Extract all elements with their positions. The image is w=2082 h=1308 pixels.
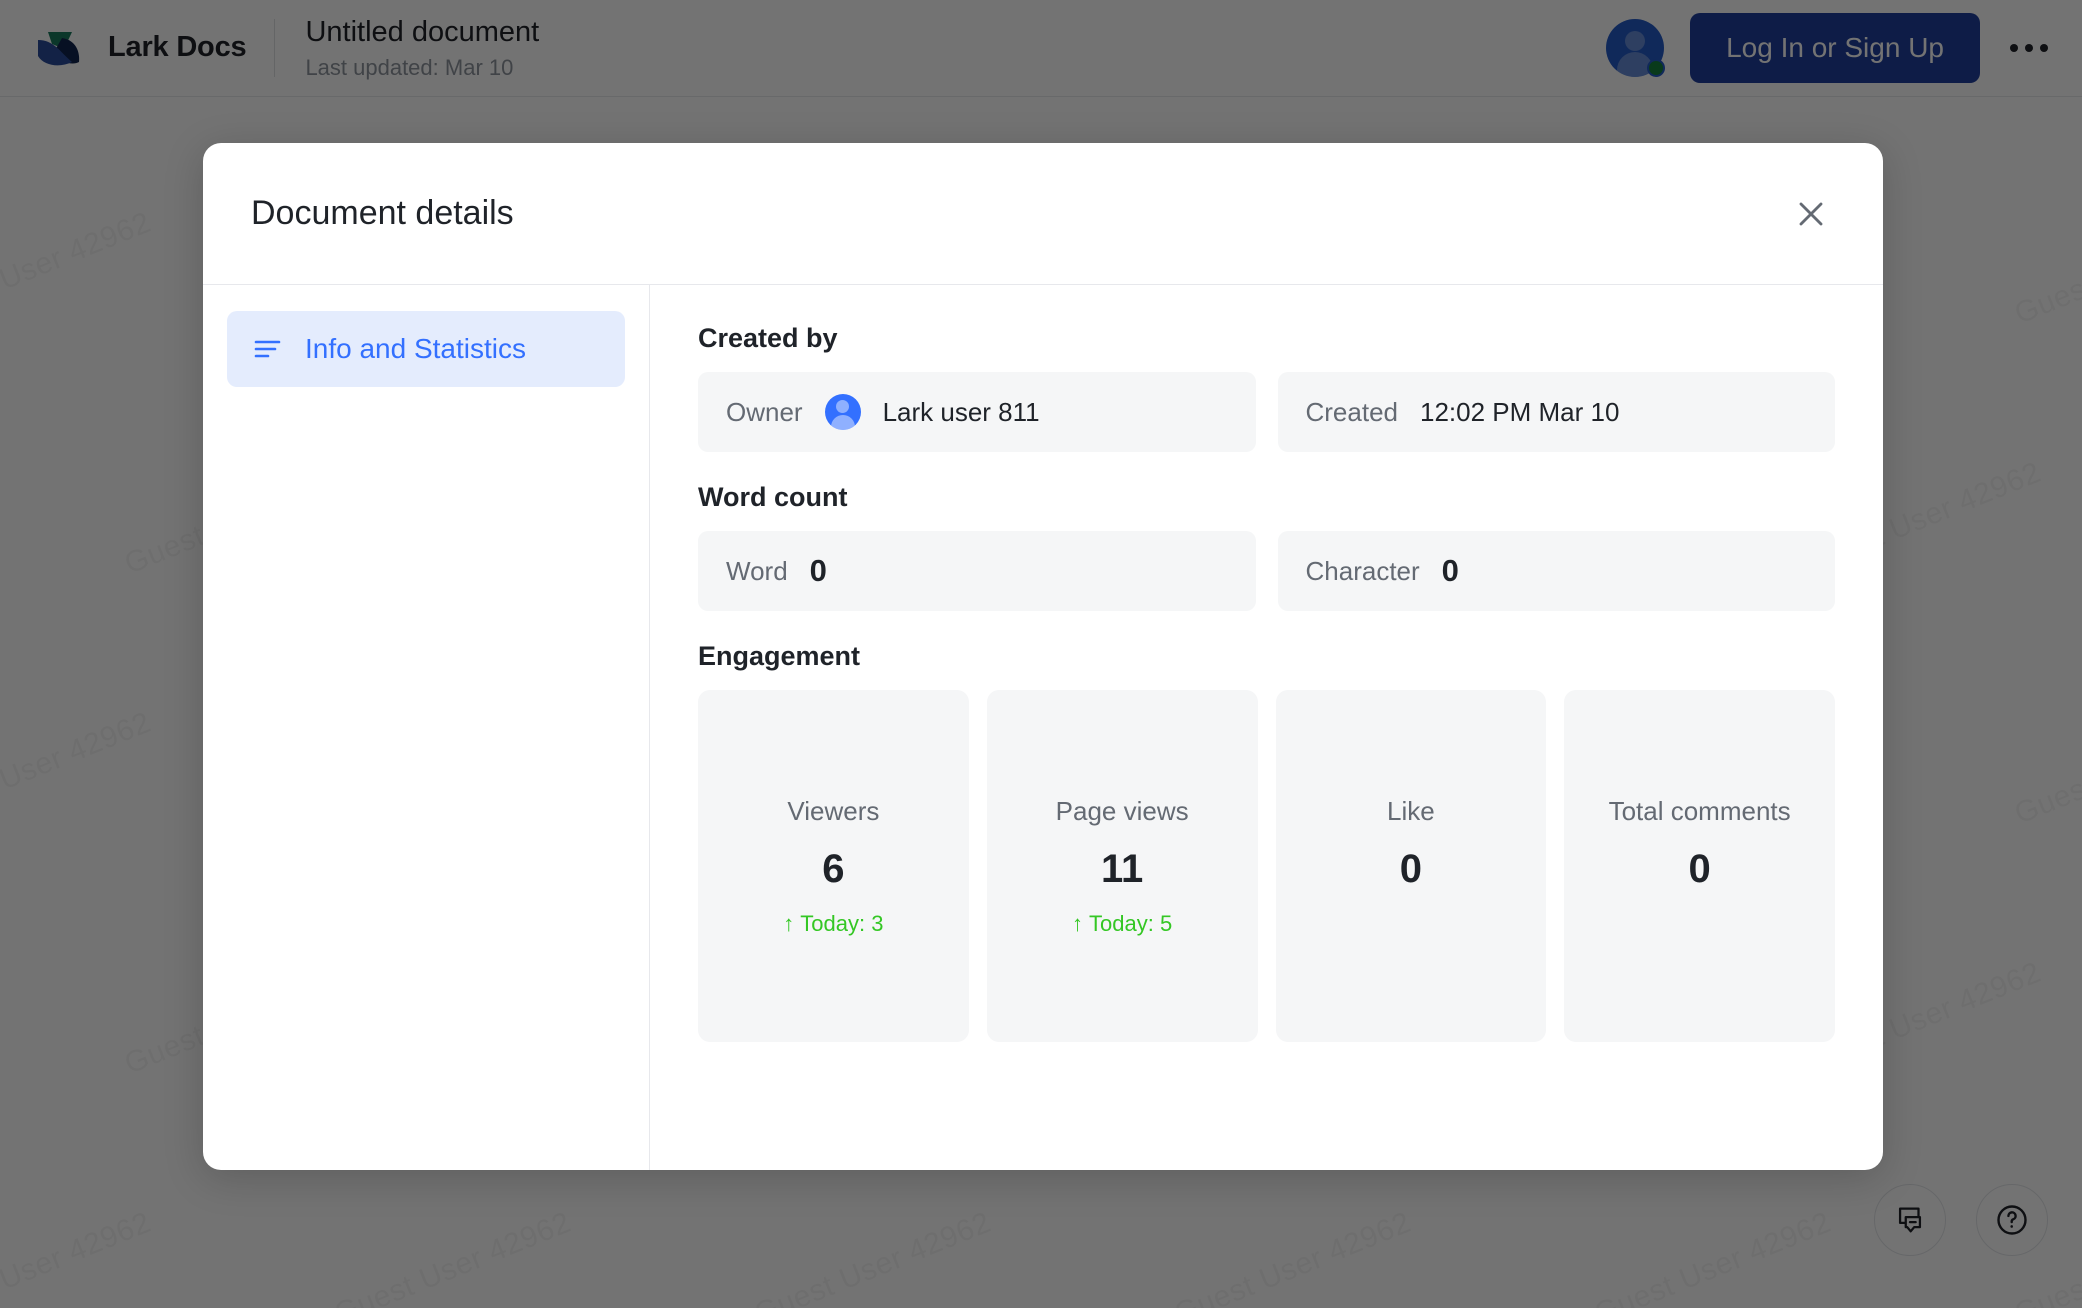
section-title-word-count: Word count xyxy=(698,482,848,512)
word-label: Word xyxy=(726,555,788,586)
dialog-content: Created by Owner Lark user 811 Created 1… xyxy=(650,285,1883,1170)
close-button[interactable] xyxy=(1783,186,1839,242)
word-value: 0 xyxy=(809,553,827,588)
created-value: 12:02 PM Mar 10 xyxy=(1420,396,1620,427)
sidebar-item-label: Info and Statistics xyxy=(305,333,527,364)
engagement-card-label: Like xyxy=(1387,795,1435,826)
engagement-card-delta-text: Today: 5 xyxy=(1089,910,1173,936)
engagement-card: Viewers 6 ↑ Today: 3 xyxy=(698,690,969,1042)
section-title-engagement: Engagement xyxy=(698,641,861,671)
dialog-header: Document details xyxy=(203,143,1883,285)
arrow-up-icon: ↑ xyxy=(783,910,795,936)
engagement-card: Page views 11 ↑ Today: 5 xyxy=(986,690,1258,1042)
close-icon xyxy=(1799,202,1823,225)
engagement-card-label: Viewers xyxy=(787,795,880,826)
page-title: Document details xyxy=(251,194,514,232)
avatar-head xyxy=(836,400,850,413)
owner-card: Owner Lark user 811 xyxy=(698,372,1256,452)
character-card: Character 0 xyxy=(1277,531,1835,611)
engagement-card-value: 11 xyxy=(1100,846,1144,891)
owner-label: Owner xyxy=(726,396,803,427)
engagement-card-value: 6 xyxy=(822,846,845,891)
avatar-body xyxy=(830,415,855,430)
document-details-dialog: Document details Info and Statistics Cre… xyxy=(203,143,1883,1170)
engagement-card: Like0↑ xyxy=(1275,690,1547,1042)
created-by-row: Owner Lark user 811 Created 12:02 PM Mar… xyxy=(698,372,1835,452)
owner-avatar-icon xyxy=(824,394,861,430)
section-title-created-by: Created by xyxy=(698,323,838,353)
created-label: Created xyxy=(1305,396,1399,427)
engagement-card-delta: ↑ Today: 3 xyxy=(783,911,883,937)
owner-name: Lark user 811 xyxy=(882,396,1040,427)
word-card: Word 0 xyxy=(698,531,1256,611)
engagement-card-label: Page views xyxy=(1055,795,1189,826)
dialog-sidebar: Info and Statistics xyxy=(203,285,650,1170)
arrow-up-icon: ↑ xyxy=(1072,910,1084,936)
engagement-card-delta: ↑ Today: 5 xyxy=(1072,911,1172,937)
engagement-card-value: 0 xyxy=(1399,846,1422,891)
engagement-card-value: 0 xyxy=(1688,846,1711,891)
dialog-body: Info and Statistics Created by Owner Lar… xyxy=(203,285,1883,1170)
engagement-row: Viewers 6 ↑ Today: 3 Page views 11 ↑ Today: 5 Li… xyxy=(698,690,1835,1042)
engagement-card-label: Total comments xyxy=(1608,795,1791,826)
page-root: Guest User 42962Guest User 42962Guest Us… xyxy=(0,0,2082,1308)
character-label: Character xyxy=(1305,555,1420,586)
info-statistics-icon xyxy=(253,334,283,364)
engagement-card-delta-text: Today: 3 xyxy=(800,910,884,936)
word-count-row: Word 0 Character 0 xyxy=(698,531,1835,611)
engagement-card: Total comments0↑ xyxy=(1564,690,1835,1042)
character-value: 0 xyxy=(1441,553,1459,588)
sidebar-item-info-and-statistics[interactable]: Info and Statistics xyxy=(227,311,625,387)
created-card: Created 12:02 PM Mar 10 xyxy=(1277,372,1835,452)
